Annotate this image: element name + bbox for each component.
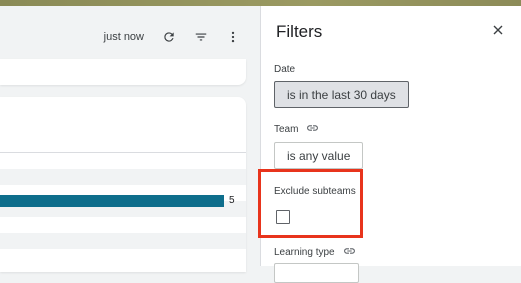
chart-row [0, 233, 246, 249]
link-icon[interactable] [343, 247, 356, 258]
exclude-subteams-label-text: Exclude subteams [274, 186, 356, 197]
date-label: Date [274, 64, 295, 75]
chart-divider [0, 152, 246, 153]
learning-type-filter-chip[interactable] [274, 263, 359, 283]
filter-list-icon[interactable] [192, 28, 210, 46]
team-filter-chip[interactable]: is any value [274, 142, 364, 169]
chart-row [0, 169, 246, 185]
dashboard-toolbar: just now [104, 28, 242, 46]
dashboard-area: just now 5 [0, 6, 260, 272]
filters-panel: Filters Date is in the last 30 days Team… [258, 6, 521, 283]
bar-data-label: 5 [229, 195, 235, 206]
learning-type-label: Learning type [274, 247, 356, 258]
exclude-subteams-label: Exclude subteams [274, 186, 356, 197]
chart-row [0, 249, 246, 265]
last-updated-label: just now [103, 31, 144, 43]
chart-bar [0, 195, 224, 207]
team-label-text: Team [274, 124, 299, 135]
chart-card: 5 [0, 97, 246, 272]
panel-title: Filters [276, 22, 323, 41]
highlight-box [258, 169, 363, 238]
learning-type-label-text: Learning type [274, 247, 335, 258]
summary-card [0, 59, 246, 85]
close-icon[interactable] [490, 22, 506, 38]
date-filter-chip[interactable]: is in the last 30 days [274, 81, 409, 108]
exclude-subteams-checkbox[interactable] [276, 210, 290, 224]
team-label: Team [274, 124, 319, 135]
link-icon[interactable] [306, 124, 319, 135]
refresh-icon[interactable] [160, 28, 178, 46]
chart-row [0, 217, 246, 233]
date-label-text: Date [274, 64, 296, 75]
more-vert-icon[interactable] [224, 28, 242, 46]
